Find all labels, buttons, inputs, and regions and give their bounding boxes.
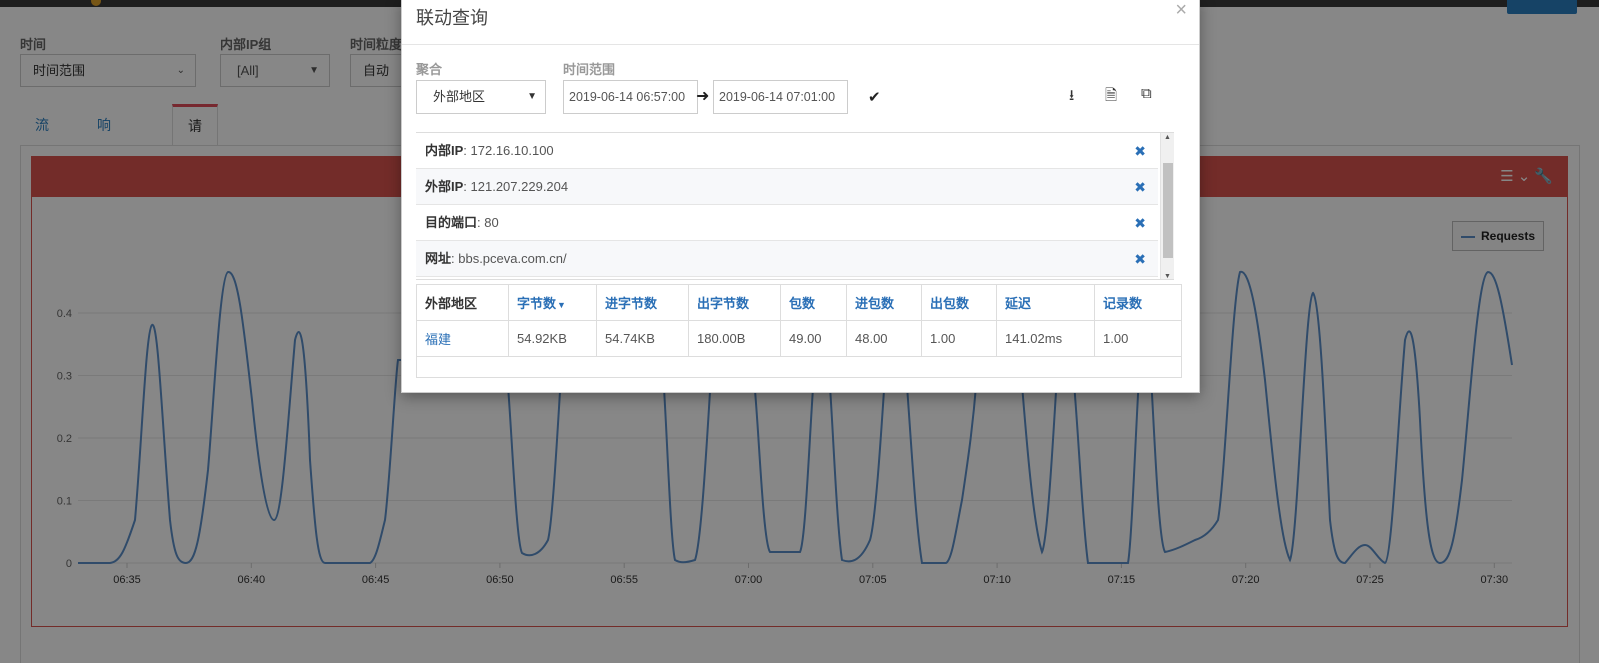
table-cell: 49.00 [780, 320, 847, 357]
remove-filter-icon[interactable]: ✖ [1134, 169, 1146, 205]
column-header-sorted[interactable]: 字节数▼ [508, 284, 597, 321]
column-header[interactable]: 出字节数 [688, 284, 781, 321]
time-range-label: 时间范围 [563, 62, 616, 77]
table-cell: 54.74KB [596, 320, 689, 357]
table-cell: 141.02ms [996, 320, 1095, 357]
remove-filter-icon[interactable]: ✖ [1134, 133, 1146, 169]
remove-filter-icon[interactable]: ✖ [1134, 205, 1146, 241]
filter-key: 网址 [425, 251, 452, 266]
column-header[interactable]: 进字节数 [596, 284, 689, 321]
column-header-label: 字节数 [517, 296, 557, 311]
filter-row: 目的端口: 80 ✖ [416, 205, 1158, 241]
modal-header-divider [402, 44, 1199, 45]
column-header[interactable]: 包数 [780, 284, 847, 321]
modal-title: 联动查询 [416, 8, 488, 28]
result-table: 外部地区 字节数▼ 进字节数 出字节数 包数 进包数 出包数 延迟 记录数 福建… [416, 284, 1182, 357]
filter-scrollbar[interactable]: ▲ ▼ [1160, 133, 1174, 279]
check-icon[interactable]: ✔ [868, 88, 881, 106]
column-header[interactable]: 外部地区 [416, 284, 509, 321]
excel-export-icon[interactable]: 🗎 [1105, 85, 1117, 110]
copy-icon[interactable]: ⧉ [1141, 85, 1152, 102]
table-header-row: 外部地区 字节数▼ 进字节数 出字节数 包数 进包数 出包数 延迟 记录数 [416, 284, 1182, 321]
download-icon[interactable]: ⭳ [1069, 85, 1074, 110]
caret-down-icon: ▼ [527, 91, 537, 102]
filter-key: 内部IP [425, 143, 464, 158]
start-time-input[interactable]: 2019-06-14 06:57:00 [563, 80, 698, 114]
scroll-up-icon[interactable]: ▲ [1164, 134, 1171, 141]
end-time-input[interactable]: 2019-06-14 07:01:00 [713, 80, 848, 114]
filter-value: : 121.207.229.204 [463, 179, 569, 194]
scrollbar-thumb[interactable] [1163, 163, 1173, 258]
filter-value: : 80 [477, 215, 499, 230]
aggregate-label: 聚合 [416, 62, 443, 77]
table-cell: 1.00 [921, 320, 997, 357]
table-row: 福建 54.92KB 54.74KB 180.00B 49.00 48.00 1… [416, 320, 1182, 357]
table-cell: 48.00 [846, 320, 922, 357]
column-header[interactable]: 出包数 [921, 284, 997, 321]
sort-desc-icon: ▼ [557, 300, 566, 310]
filter-list: 内部IP: 172.16.10.100 ✖ 外部IP: 121.207.229.… [416, 132, 1174, 280]
table-cell: 1.00 [1094, 320, 1182, 357]
linked-query-modal: 联动查询 × 聚合 外部地区 ▼ 时间范围 2019-06-14 06:57:0… [401, 0, 1200, 393]
column-header[interactable]: 记录数 [1094, 284, 1182, 321]
filter-value: : bbs.pceva.com.cn/ [451, 251, 567, 266]
arrow-right-icon: ➜ [696, 88, 710, 105]
filter-row: 网址: bbs.pceva.com.cn/ ✖ [416, 241, 1158, 277]
aggregate-select[interactable]: 外部地区 ▼ [416, 80, 546, 114]
column-header[interactable]: 延迟 [996, 284, 1095, 321]
remove-filter-icon[interactable]: ✖ [1134, 241, 1146, 277]
table-footer [416, 357, 1182, 378]
filter-value: : 172.16.10.100 [463, 143, 554, 158]
scroll-down-icon[interactable]: ▼ [1164, 273, 1171, 279]
filter-row: 内部IP: 172.16.10.100 ✖ [416, 133, 1158, 169]
column-header[interactable]: 进包数 [846, 284, 922, 321]
close-icon[interactable]: × [1175, 0, 1187, 22]
aggregate-select-value: 外部地区 [433, 89, 486, 104]
filter-key: 外部IP [425, 179, 464, 194]
filter-key: 目的端口 [425, 215, 478, 230]
table-cell: 54.92KB [508, 320, 597, 357]
filter-row: 外部IP: 121.207.229.204 ✖ [416, 169, 1158, 205]
table-cell: 180.00B [688, 320, 781, 357]
region-link[interactable]: 福建 [416, 320, 509, 357]
